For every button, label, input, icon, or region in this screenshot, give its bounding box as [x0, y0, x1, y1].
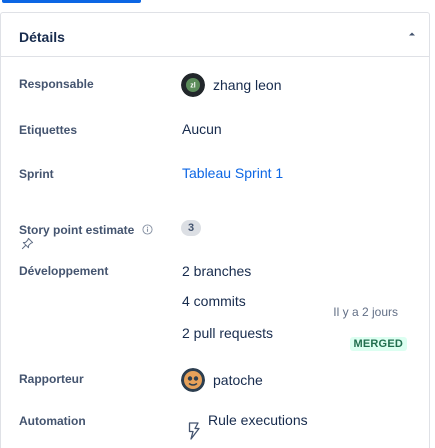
- pin-icon[interactable]: [21, 237, 34, 250]
- reporter-name[interactable]: patoche: [213, 372, 263, 388]
- story-points-label: Story point estimate: [19, 223, 135, 237]
- info-icon[interactable]: [142, 224, 153, 235]
- assignee-avatar[interactable]: zl: [181, 73, 205, 97]
- commits-timestamp: Il y a 2 jours: [333, 305, 398, 319]
- labels-value[interactable]: Aucun: [182, 121, 222, 137]
- rule-executions-link[interactable]: Rule executions: [208, 412, 308, 428]
- lightning-bolt-icon: [188, 422, 200, 440]
- story-points-label-row: Story point estimate: [19, 221, 153, 239]
- assignee-name[interactable]: zhang leon: [213, 77, 282, 93]
- details-panel: Détails Responsable zl zhang leon Etique…: [0, 12, 430, 448]
- development-label: Développement: [19, 264, 109, 278]
- automation-label: Automation: [19, 414, 86, 428]
- panel-title: Détails: [19, 29, 65, 45]
- details-panel-header[interactable]: Détails: [1, 13, 429, 57]
- merged-status-badge: MERGED: [349, 337, 407, 351]
- active-tab-indicator: [2, 0, 141, 3]
- labels-label: Etiquettes: [19, 123, 78, 137]
- story-points-badge[interactable]: 3: [181, 220, 201, 236]
- branches-link[interactable]: 2 branches: [182, 263, 251, 279]
- chevron-up-icon[interactable]: [405, 27, 419, 41]
- pull-requests-link[interactable]: 2 pull requests: [182, 325, 273, 341]
- assignee-label: Responsable: [19, 77, 94, 91]
- reporter-label: Rapporteur: [19, 372, 84, 386]
- svg-text:zl: zl: [190, 83, 196, 90]
- reporter-avatar[interactable]: [181, 368, 205, 392]
- sprint-label: Sprint: [19, 167, 54, 181]
- commits-link[interactable]: 4 commits: [182, 293, 246, 309]
- sprint-link[interactable]: Tableau Sprint 1: [182, 165, 283, 181]
